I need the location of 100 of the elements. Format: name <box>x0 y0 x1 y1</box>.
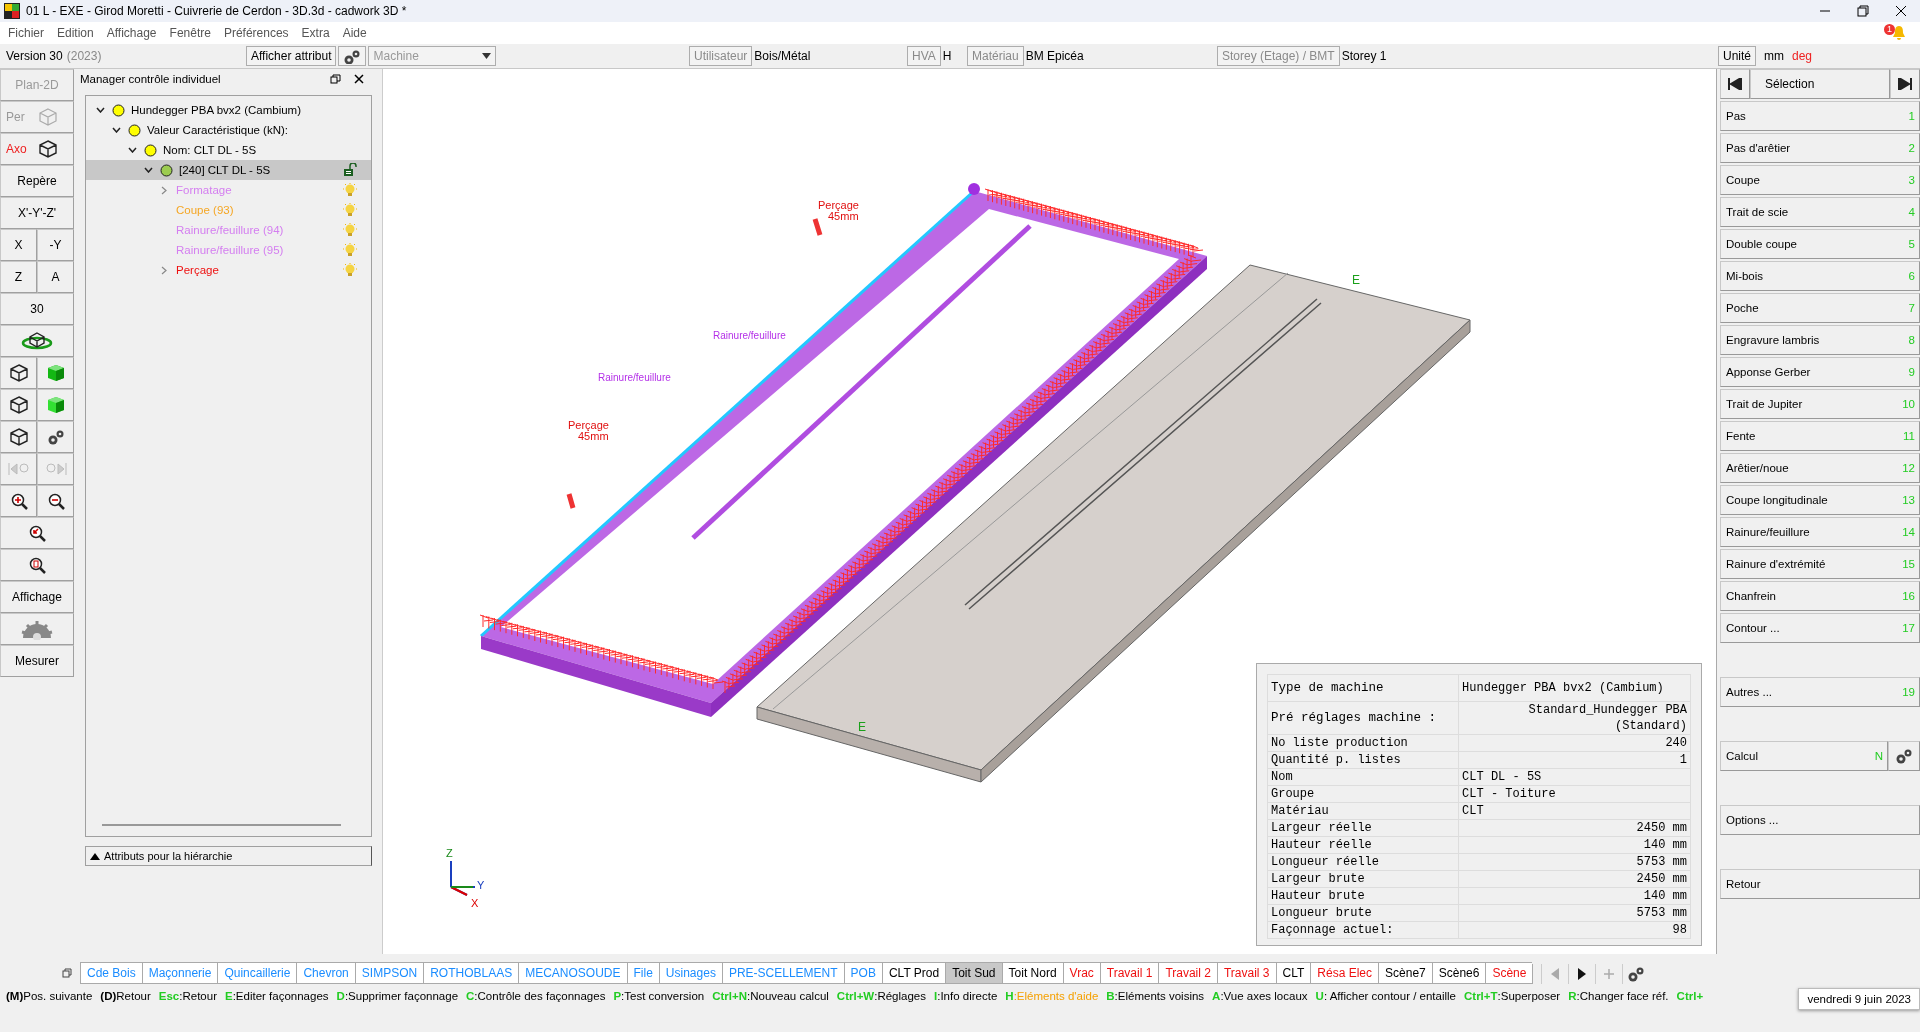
settings-button[interactable] <box>1888 741 1920 771</box>
view-button[interactable]: Axo <box>0 133 74 165</box>
zoom-in-button[interactable] <box>0 485 37 517</box>
tab[interactable]: Travail 1 <box>1099 962 1159 984</box>
hierarchy-attributes-button[interactable]: Attributs pour la hiérarchie <box>85 846 372 866</box>
tree-item[interactable]: Nom: CLT DL - 5S <box>86 140 371 160</box>
first-button[interactable] <box>1720 69 1750 99</box>
machining-button[interactable]: Fente 11 <box>1720 421 1920 451</box>
machining-button[interactable]: Pas 1 <box>1720 101 1920 131</box>
chevron-down-icon[interactable] <box>95 107 105 113</box>
tab[interactable]: Résa Elec <box>1310 962 1379 984</box>
menu-item[interactable]: Fenêtre <box>169 26 211 40</box>
view-button[interactable]: Mesurer <box>0 645 74 677</box>
chevron-down-icon[interactable] <box>111 127 121 133</box>
dotted-cube-button[interactable] <box>0 421 37 453</box>
machining-button[interactable]: Double coupe 5 <box>1720 229 1920 259</box>
tab[interactable]: Travail 2 <box>1158 962 1217 984</box>
tab[interactable]: Scène7 <box>1378 962 1432 984</box>
settings-button[interactable] <box>338 46 367 66</box>
machining-button[interactable]: Pas d'arêtier 2 <box>1720 133 1920 163</box>
selection-button[interactable]: Sélection <box>1750 69 1890 99</box>
machining-button[interactable]: Mi-bois 6 <box>1720 261 1920 291</box>
shortcut-hint: Ctrl+ <box>1676 990 1704 1002</box>
machining-button[interactable]: Apponse Gerber 9 <box>1720 357 1920 387</box>
tree-item[interactable]: Hundegger PBA bvx2 (Cambium) <box>86 100 371 120</box>
tab[interactable]: Travail 3 <box>1216 962 1276 984</box>
machining-button[interactable]: Coupe longitudinale 13 <box>1720 485 1920 515</box>
zoom-out-button[interactable] <box>37 485 74 517</box>
machining-button[interactable]: Engravure lambris 8 <box>1720 325 1920 355</box>
tab[interactable]: Maçonnerie <box>141 962 218 984</box>
machine-button[interactable] <box>0 613 74 645</box>
view-button[interactable]: 30 <box>0 293 74 325</box>
back-button[interactable]: Retour <box>1720 869 1920 899</box>
settings-button[interactable] <box>37 421 74 453</box>
tab[interactable]: Quincaillerie <box>217 962 297 984</box>
close-icon[interactable] <box>354 74 364 84</box>
chevron-down-icon[interactable] <box>143 167 153 173</box>
tree-item[interactable]: [240] CLT DL - 5S <box>86 160 371 180</box>
chevron-right-icon[interactable] <box>161 265 167 275</box>
rotate-view-button[interactable] <box>0 325 74 357</box>
window-icon[interactable] <box>62 968 72 978</box>
view-button[interactable]: X <box>0 229 37 261</box>
menu-item[interactable]: Aide <box>342 26 367 40</box>
solid-button[interactable] <box>37 357 74 389</box>
options-button[interactable]: Options ... <box>1720 805 1920 835</box>
tree-item[interactable]: Valeur Caractéristique (kN): <box>86 120 371 140</box>
view-button[interactable]: Z <box>0 261 37 293</box>
field-value: BM Epicéa <box>1025 49 1084 63</box>
unit-button[interactable]: Unité <box>1718 46 1756 66</box>
machining-button[interactable]: Arêtier/noue 12 <box>1720 453 1920 483</box>
machining-button[interactable]: Contour ... 17 <box>1720 613 1920 643</box>
tab[interactable]: Scène <box>1485 962 1533 984</box>
shortcut-hint: P:Test conversion <box>613 990 705 1002</box>
wireframe-button[interactable] <box>0 357 37 389</box>
machining-button[interactable]: Rainure/feuillure 14 <box>1720 517 1920 547</box>
tab[interactable]: Toit Nord <box>1001 962 1063 984</box>
menu-item[interactable]: Fichier <box>8 26 44 40</box>
machining-button[interactable]: Poche 7 <box>1720 293 1920 323</box>
machining-button[interactable]: Rainure d'extrémité 15 <box>1720 549 1920 579</box>
machining-button[interactable]: Coupe 3 <box>1720 165 1920 195</box>
info-label: Type de machine <box>1267 674 1459 702</box>
zoom-page-button[interactable] <box>0 549 74 581</box>
machining-button[interactable]: Chanfrein 16 <box>1720 581 1920 611</box>
menu-item[interactable]: Affichage <box>106 26 157 40</box>
bell-icon[interactable] <box>1892 25 1906 41</box>
axis-label: X <box>471 897 479 909</box>
chevron-down-icon[interactable] <box>127 147 137 153</box>
shortcut-hint: Ctrl+T:Superposer <box>1464 990 1561 1002</box>
view-button[interactable]: Affichage <box>0 581 74 613</box>
tab[interactable]: Toit Sud <box>945 962 1002 984</box>
cube-icon <box>8 395 29 415</box>
next-tab-icon[interactable] <box>1578 968 1587 980</box>
machining-button[interactable]: Trait de scie 4 <box>1720 197 1920 227</box>
view-button[interactable]: Repère <box>0 165 74 197</box>
tab[interactable]: Scène6 <box>1431 962 1486 984</box>
shortcut-hint: U: Afficher contour / entaille <box>1315 990 1456 1002</box>
tree-item[interactable]: Perçage <box>86 260 371 280</box>
chevron-right-icon[interactable] <box>161 185 167 195</box>
view-button[interactable]: A <box>37 261 74 293</box>
view-button[interactable]: -Y <box>37 229 74 261</box>
menu-item[interactable]: Préférences <box>223 26 289 40</box>
view-button[interactable]: X'-Y'-Z' <box>0 197 74 229</box>
restore-icon[interactable] <box>330 73 342 85</box>
shaded-button[interactable] <box>37 389 74 421</box>
drill-label: Perçage 45mm <box>568 419 609 442</box>
close-icon[interactable] <box>1894 4 1908 18</box>
menu-item[interactable]: Edition <box>57 26 94 40</box>
others-button[interactable]: Autres ... 19 <box>1720 677 1920 707</box>
tab[interactable]: Chevron <box>296 962 355 984</box>
zoom-previous-button[interactable] <box>0 517 74 549</box>
tab[interactable]: CLT <box>1275 962 1311 984</box>
calculate-button[interactable]: Calcul N <box>1720 741 1888 771</box>
show-attribute-button[interactable]: Afficher attribut <box>246 46 337 66</box>
menu-item[interactable]: Extra <box>301 26 330 40</box>
hidden-line-button[interactable] <box>0 389 37 421</box>
tab[interactable]: CLT Prod <box>881 962 946 984</box>
restore-icon[interactable] <box>1856 4 1870 18</box>
machining-button[interactable]: Trait de Jupiter 10 <box>1720 389 1920 419</box>
tab[interactable]: Vrac <box>1062 962 1100 984</box>
last-button[interactable] <box>1890 69 1920 99</box>
